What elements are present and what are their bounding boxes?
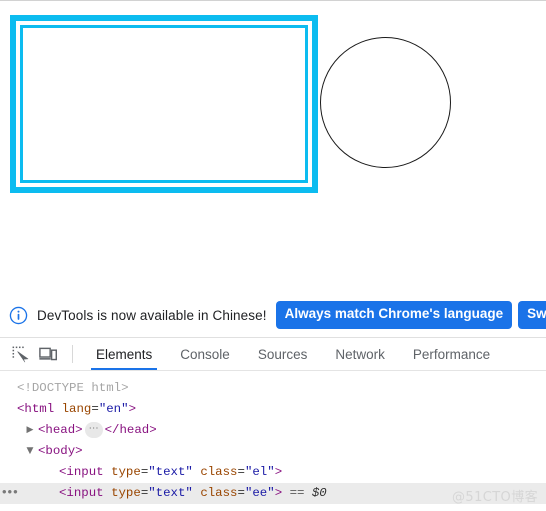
node-markup: <input type="text" class="ee"> == $0 — [59, 486, 327, 500]
token-doctype: <!DOCTYPE html> — [17, 381, 129, 395]
token-tag: </head> — [104, 423, 157, 437]
token-attr: class — [200, 465, 238, 479]
token-dollar: $0 — [311, 486, 327, 500]
tab-network[interactable]: Network — [321, 338, 399, 370]
dom-node[interactable]: ▼ <body> — [0, 441, 546, 462]
tab-console[interactable]: Console — [166, 338, 244, 370]
token-val: "text" — [148, 486, 193, 500]
token-val: "text" — [148, 465, 193, 479]
inspect-element-icon[interactable] — [6, 338, 34, 370]
dom-node[interactable]: ••• <input type="text" class="ee"> == $0 — [0, 483, 546, 504]
node-overflow-dots[interactable]: ••• — [2, 483, 19, 504]
page-viewport — [0, 0, 546, 293]
token-tag: > — [274, 486, 283, 500]
dom-node[interactable]: <!DOCTYPE html> — [0, 378, 546, 399]
token-tag: <head> — [38, 423, 83, 437]
node-markup: <body> — [38, 444, 83, 458]
tab-label: Sources — [257, 346, 308, 362]
devtools-panel: DevTools is now available in Chinese! Al… — [0, 293, 546, 511]
dom-node[interactable]: <html lang="en"> — [0, 399, 546, 420]
node-markup: <input type="text" class="el"> — [59, 465, 282, 479]
devtools-tabstrip: Elements Console Sources Network Perform… — [0, 338, 546, 371]
token-tag: > — [128, 402, 136, 416]
token-attr: type — [111, 465, 141, 479]
banner-message: DevTools is now available in Chinese! — [37, 307, 267, 323]
info-circle-icon — [9, 306, 28, 324]
token-tag: <body> — [38, 444, 83, 458]
token-attr: class — [200, 486, 238, 500]
tab-label: Network — [335, 346, 385, 362]
token-tag: <html — [17, 402, 55, 416]
node-markup: <!DOCTYPE html> — [17, 381, 129, 395]
token-tag: <input — [59, 465, 104, 479]
text-input-el-highlight[interactable] — [10, 15, 318, 193]
tab-label: Elements — [96, 346, 153, 362]
highlight-inner-border — [20, 25, 308, 183]
token-punct: = — [91, 402, 99, 416]
token-attr: lang — [61, 402, 92, 416]
token-attr: type — [111, 486, 141, 500]
token-val: "el" — [244, 465, 275, 479]
token-sel: == — [289, 486, 305, 500]
switch-language-button[interactable]: Sw — [518, 301, 546, 329]
tab-label: Console — [180, 346, 230, 362]
tab-sources[interactable]: Sources — [244, 338, 322, 370]
highlight-gap — [16, 21, 312, 187]
text-input-ee-circle[interactable] — [320, 37, 451, 168]
device-toolbar-icon[interactable] — [34, 338, 62, 370]
twisty-collapsed-icon[interactable]: ▶ — [24, 420, 36, 441]
collapsed-children-icon[interactable]: ⋯ — [84, 422, 103, 438]
token-val: "ee" — [244, 486, 275, 500]
dom-node[interactable]: ▶ <head> ⋯ </head> — [0, 420, 546, 441]
dom-node[interactable]: <input type="text" class="el"> — [0, 462, 546, 483]
toolbar-separator — [72, 345, 73, 363]
node-markup: <head> ⋯ </head> — [38, 422, 157, 438]
tab-elements[interactable]: Elements — [82, 338, 166, 370]
token-punct: = — [237, 465, 245, 479]
language-banner: DevTools is now available in Chinese! Al… — [0, 293, 546, 338]
dom-tree[interactable]: <!DOCTYPE html> <html lang="en"> ▶ <head> ⋯ <… — [0, 371, 546, 510]
always-match-language-button[interactable]: Always match Chrome's language — [275, 301, 513, 329]
twisty-expanded-icon[interactable]: ▼ — [24, 441, 36, 462]
token-val: "en" — [98, 402, 129, 416]
node-markup: <html lang="en"> — [17, 402, 136, 416]
tab-label: Performance — [412, 346, 491, 362]
tab-performance[interactable]: Performance — [399, 338, 504, 370]
token-tag: <input — [59, 486, 104, 500]
token-tag: > — [274, 465, 283, 479]
token-punct: = — [237, 486, 245, 500]
